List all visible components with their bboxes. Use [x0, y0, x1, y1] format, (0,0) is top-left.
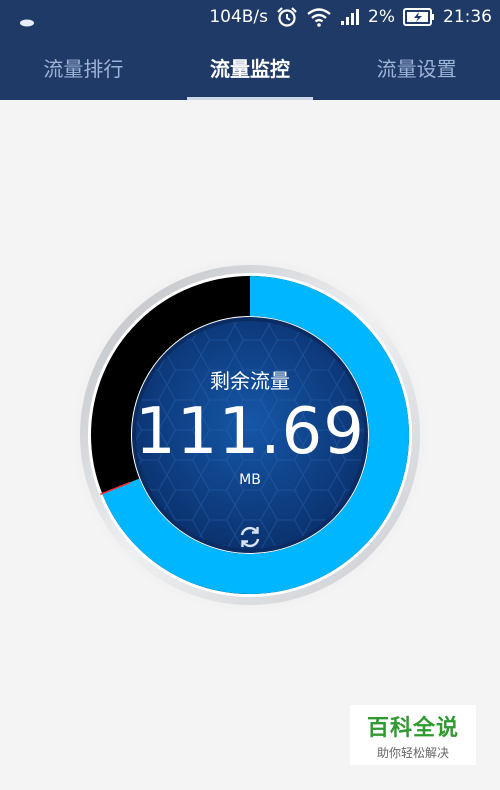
- network-speed: 104B/s: [209, 7, 269, 27]
- refresh-icon: [240, 526, 260, 548]
- battery-charging-icon: [403, 8, 435, 26]
- alarm-icon: [276, 6, 298, 28]
- tab-label: 流量设置: [376, 56, 457, 81]
- signal-icon: [340, 8, 360, 26]
- clock-time: 21:36: [443, 7, 492, 27]
- tab-traffic-ranking[interactable]: 流量排行: [0, 34, 167, 100]
- remaining-value: 111.69: [135, 395, 365, 469]
- watermark-logo: 百科全说 助你轻松解决: [350, 705, 476, 765]
- status-bar: 104B/s 2% 21:36: [0, 0, 500, 34]
- battery-percent: 2%: [368, 7, 395, 27]
- main-content: 剩余流量 111.69 MB 百科全说 助你轻松解决: [0, 100, 500, 790]
- refresh-button[interactable]: [237, 524, 263, 550]
- tab-bar: 流量排行 流量监控 流量设置: [0, 34, 500, 100]
- wifi-icon: [306, 7, 332, 27]
- remaining-unit: MB: [239, 472, 261, 488]
- tab-traffic-settings[interactable]: 流量设置: [333, 34, 500, 100]
- watermark-subtitle: 助你轻松解决: [376, 745, 449, 760]
- remaining-label: 剩余流量: [210, 369, 290, 393]
- tab-label: 流量监控: [210, 56, 290, 81]
- tab-label: 流量排行: [43, 56, 124, 81]
- weather-moon-icon: [12, 6, 36, 28]
- tab-traffic-monitor[interactable]: 流量监控: [167, 34, 334, 100]
- data-usage-gauge: 剩余流量 111.69 MB: [65, 250, 435, 620]
- watermark-title: 百科全说: [366, 715, 459, 741]
